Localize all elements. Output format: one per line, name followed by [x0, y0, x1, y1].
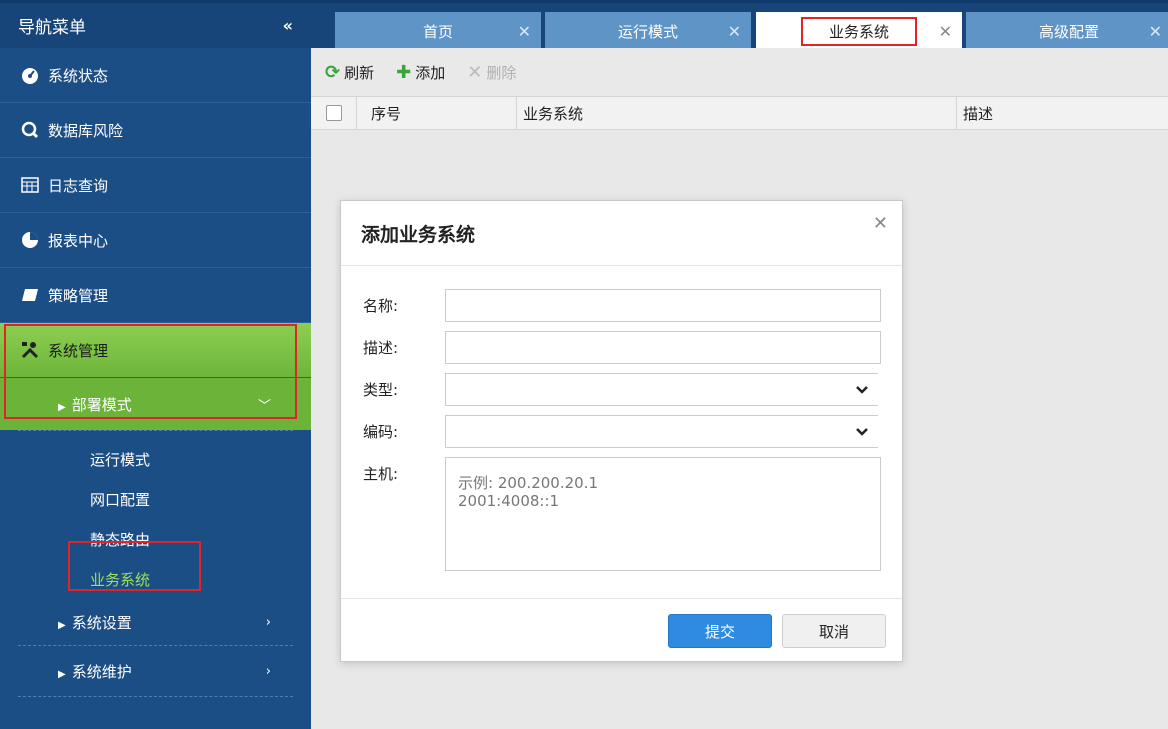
- tab-advanced-config[interactable]: 高级配置 ✕: [966, 12, 1168, 51]
- tab-home[interactable]: 首页 ✕: [335, 12, 541, 51]
- name-input[interactable]: [445, 289, 881, 322]
- desc-row: 描述:: [363, 331, 881, 364]
- chevron-down-icon: ﹀: [257, 398, 271, 414]
- tab-run-mode[interactable]: 运行模式 ✕: [545, 12, 751, 51]
- leaf-port-config[interactable]: 网口配置: [0, 479, 311, 519]
- grid-header: 序号 业务系统 描述: [311, 96, 1168, 130]
- tab-label: 运行模式: [617, 23, 678, 41]
- close-icon[interactable]: ✕: [939, 22, 952, 41]
- tools-icon: [20, 340, 40, 360]
- subgroup-system-maintenance[interactable]: ▶ 系统维护 ›: [0, 646, 311, 696]
- column-header-index[interactable]: 序号: [357, 97, 517, 129]
- close-icon[interactable]: ✕: [873, 213, 888, 234]
- sidebar-item-label: 系统状态: [48, 66, 109, 85]
- select-all-checkbox[interactable]: [325, 105, 342, 121]
- refresh-button[interactable]: ⟳ 刷新: [325, 62, 374, 83]
- subgroup-label: 系统设置: [71, 613, 132, 632]
- close-icon[interactable]: ✕: [728, 22, 741, 41]
- type-row: 类型:: [363, 373, 878, 406]
- type-label: 类型:: [363, 381, 399, 399]
- tab-label: 高级配置: [1038, 23, 1099, 41]
- delete-label: 删除: [486, 63, 517, 82]
- delete-icon: ✕: [467, 61, 483, 83]
- sidebar: 导航菜单 « 系统状态 数据库风险 日志查询 报表中心 策略管理 系统管理 ▶ …: [0, 0, 311, 729]
- tab-label: 首页: [422, 23, 453, 41]
- sidebar-title: 导航菜单: [18, 18, 86, 38]
- sidebar-item-label: 报表中心: [48, 231, 109, 250]
- host-label: 主机:: [363, 465, 399, 483]
- host-row: 主机: 示例: 200.200.20.1 2001:4008::1: [363, 457, 881, 571]
- submit-button[interactable]: 提交: [668, 614, 772, 648]
- name-row: 名称:: [363, 289, 881, 322]
- code-row: 编码:: [363, 415, 878, 448]
- description-input[interactable]: [445, 331, 881, 364]
- divider: [18, 696, 293, 697]
- cancel-button[interactable]: 取消: [782, 614, 886, 648]
- sidebar-item-label: 数据库风险: [48, 121, 124, 140]
- plus-icon: ✚: [396, 61, 412, 83]
- code-label: 编码:: [363, 423, 399, 441]
- type-select[interactable]: [445, 373, 878, 406]
- sidebar-item-label: 策略管理: [48, 286, 109, 305]
- refresh-label: 刷新: [344, 63, 375, 82]
- column-header-description[interactable]: 描述: [957, 97, 1168, 129]
- leaf-static-route[interactable]: 静态路由: [0, 519, 311, 559]
- book-icon: [20, 285, 40, 305]
- add-button[interactable]: ✚ 添加: [396, 62, 445, 83]
- select-all-cell: [311, 97, 357, 129]
- desc-label: 描述:: [363, 339, 399, 357]
- leaf-run-mode[interactable]: 运行模式: [0, 439, 311, 479]
- host-textarea[interactable]: 示例: 200.200.20.1 2001:4008::1: [445, 457, 881, 571]
- tab-label: 业务系统: [800, 17, 917, 46]
- add-label: 添加: [415, 63, 446, 82]
- caret-right-icon: ▶: [58, 668, 66, 680]
- leaf-business-system[interactable]: 业务系统: [0, 559, 311, 599]
- close-icon[interactable]: ✕: [518, 22, 531, 41]
- name-label: 名称:: [363, 297, 399, 315]
- pie-chart-icon: [20, 230, 40, 250]
- subgroup-system-settings[interactable]: ▶ 系统设置 ›: [0, 599, 311, 645]
- collapse-sidebar-icon[interactable]: «: [283, 16, 293, 35]
- tab-bar: 首页 ✕ 运行模式 ✕ 业务系统 ✕ 高级配置 ✕: [311, 0, 1168, 51]
- toolbar: ⟳ 刷新 ✚ 添加 ✕ 删除: [311, 48, 1168, 96]
- subgroup-label: 部署模式: [71, 395, 132, 414]
- caret-right-icon: ▶: [58, 401, 66, 413]
- search-icon: [20, 120, 40, 140]
- subgroup-label: 系统维护: [71, 662, 132, 681]
- tab-business-system[interactable]: 业务系统 ✕: [756, 12, 962, 51]
- sidebar-item-report-center[interactable]: 报表中心: [0, 213, 311, 268]
- dialog-title: 添加业务系统: [341, 201, 902, 266]
- caret-right-icon: ▶: [58, 619, 66, 631]
- chevron-down-icon: [856, 382, 868, 398]
- sidebar-item-db-risk[interactable]: 数据库风险: [0, 103, 311, 158]
- code-select[interactable]: [445, 415, 878, 448]
- delete-button[interactable]: ✕ 删除: [467, 62, 516, 83]
- chevron-down-icon: [856, 424, 868, 440]
- chevron-right-icon: ›: [265, 663, 271, 679]
- chevron-right-icon: ›: [265, 614, 271, 630]
- sidebar-item-label: 日志查询: [48, 176, 109, 195]
- dialog-footer: 提交 取消: [341, 598, 902, 662]
- sidebar-item-label: 系统管理: [48, 341, 109, 360]
- sidebar-item-system-status[interactable]: 系统状态: [0, 48, 311, 103]
- sidebar-item-log-query[interactable]: 日志查询: [0, 158, 311, 213]
- add-business-system-dialog: 添加业务系统 ✕ 名称: 描述: 类型: 编码: 主机: 示例: 200.200…: [340, 200, 903, 662]
- sidebar-header: 导航菜单 «: [0, 0, 311, 48]
- sidebar-item-policy-mgmt[interactable]: 策略管理: [0, 268, 311, 323]
- close-icon[interactable]: ✕: [1149, 22, 1162, 41]
- sidebar-item-system-mgmt[interactable]: 系统管理: [0, 323, 311, 378]
- dashboard-icon: [20, 65, 40, 85]
- table-icon: [20, 175, 40, 195]
- refresh-icon: ⟳: [325, 61, 341, 83]
- subgroup-deploy-mode[interactable]: ▶ 部署模式 ﹀: [0, 378, 311, 430]
- column-header-business-system[interactable]: 业务系统: [517, 97, 957, 129]
